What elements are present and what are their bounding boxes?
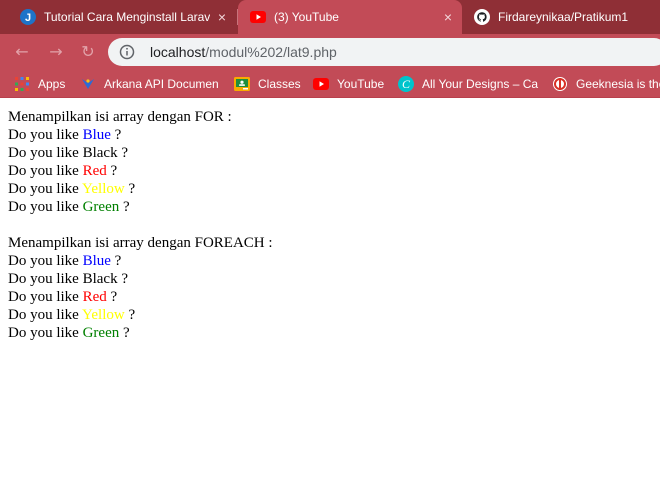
canva-icon: C bbox=[398, 76, 414, 92]
question-suffix: ? bbox=[117, 145, 128, 161]
list-item: Do you like Blue ? bbox=[8, 252, 273, 270]
url-path: /modul%202/lat9.php bbox=[205, 44, 337, 60]
bookmark-label: Apps bbox=[38, 77, 66, 91]
color-name: Black bbox=[82, 145, 118, 161]
list-item: Do you like Green ? bbox=[8, 324, 273, 342]
question-suffix: ? bbox=[124, 181, 136, 197]
arkana-icon bbox=[80, 76, 96, 92]
question-suffix: ? bbox=[117, 271, 128, 287]
classroom-icon bbox=[234, 76, 250, 92]
question-prefix: Do you like bbox=[8, 181, 83, 197]
browser-toolbar: ← → ↻ localhost/modul%202/lat9.php bbox=[0, 34, 660, 70]
color-name: Red bbox=[82, 163, 107, 179]
list-item: Do you like Green ? bbox=[8, 198, 273, 216]
question-suffix: ? bbox=[110, 253, 122, 269]
list-item: Do you like Black ? bbox=[8, 270, 273, 288]
tab-title: (3) YouTube bbox=[274, 10, 339, 24]
color-name: Red bbox=[82, 289, 107, 305]
url-text: localhost/modul%202/lat9.php bbox=[150, 44, 337, 60]
forward-arrow-icon[interactable]: → bbox=[46, 42, 66, 62]
site-info-icon[interactable] bbox=[118, 43, 136, 61]
color-name: Green bbox=[82, 199, 120, 215]
color-name: Blue bbox=[82, 127, 111, 143]
bookmark-label: Geeknesia is the bbox=[576, 77, 660, 91]
question-suffix: ? bbox=[106, 163, 118, 179]
bookmark-apps[interactable]: Apps bbox=[14, 75, 65, 93]
question-prefix: Do you like bbox=[8, 145, 83, 161]
section-heading-foreach: Menampilkan isi array dengan FOREACH : bbox=[8, 235, 273, 251]
bookmark-geeknesia[interactable]: Geeknesia is the bbox=[552, 75, 660, 93]
bookmark-label: Arkana API Documen bbox=[104, 77, 219, 91]
geeknesia-icon bbox=[552, 76, 568, 92]
back-arrow-icon[interactable]: ← bbox=[12, 42, 32, 62]
tab-close-icon[interactable]: × bbox=[218, 9, 226, 25]
j-logo-icon: J bbox=[20, 9, 36, 25]
bookmark-youtube[interactable]: YouTube bbox=[313, 75, 384, 93]
tab-strip: J Tutorial Cara Menginstall Laravel × (3… bbox=[0, 0, 660, 34]
bookmark-canva-designs[interactable]: C All Your Designs – Ca bbox=[398, 75, 538, 93]
bookmark-arkana-api[interactable]: Arkana API Documen bbox=[80, 75, 219, 93]
list-item: Do you like Red ? bbox=[8, 288, 273, 306]
tab-close-icon[interactable]: × bbox=[444, 9, 452, 25]
section-heading-for: Menampilkan isi array dengan FOR : bbox=[8, 109, 232, 125]
bookmark-label: All Your Designs – Ca bbox=[422, 77, 539, 91]
question-suffix: ? bbox=[110, 127, 122, 143]
youtube-icon bbox=[250, 9, 266, 25]
question-prefix: Do you like bbox=[8, 163, 83, 179]
question-prefix: Do you like bbox=[8, 325, 83, 341]
tab-laravel-tutorial[interactable]: J Tutorial Cara Menginstall Laravel × bbox=[8, 0, 236, 34]
question-suffix: ? bbox=[119, 199, 130, 215]
url-host: localhost bbox=[150, 44, 206, 60]
apps-grid-icon bbox=[14, 76, 30, 92]
list-item: Do you like Black ? bbox=[8, 144, 273, 162]
tab-title: Firdareynikaa/Pratikum1 bbox=[498, 10, 629, 24]
bookmark-label: Classes bbox=[258, 77, 301, 91]
tab-github-repo[interactable]: Firdareynikaa/Pratikum1 bbox=[462, 0, 660, 34]
page-content: Menampilkan isi array dengan FOR : Do yo… bbox=[8, 108, 273, 342]
question-prefix: Do you like bbox=[8, 289, 83, 305]
bookmark-classes[interactable]: Classes bbox=[234, 75, 301, 93]
github-icon bbox=[474, 9, 490, 25]
question-suffix: ? bbox=[106, 289, 118, 305]
bookmarks-bar: Apps Arkana API Documen Classes YouTube … bbox=[0, 70, 660, 98]
bookmark-label: YouTube bbox=[337, 77, 385, 91]
question-prefix: Do you like bbox=[8, 307, 83, 323]
line-break bbox=[8, 216, 273, 234]
list-item: Do you like Red ? bbox=[8, 162, 273, 180]
list-item: Do you like Yellow ? bbox=[8, 180, 273, 198]
youtube-icon bbox=[313, 76, 329, 92]
color-name: Green bbox=[82, 325, 120, 341]
question-suffix: ? bbox=[119, 325, 130, 341]
tab-title: Tutorial Cara Menginstall Laravel bbox=[44, 10, 210, 24]
question-prefix: Do you like bbox=[8, 127, 83, 143]
color-name: Yellow bbox=[82, 307, 125, 323]
tab-youtube[interactable]: (3) YouTube × bbox=[238, 0, 462, 34]
color-name: Yellow bbox=[82, 181, 125, 197]
svg-text:C: C bbox=[402, 77, 411, 91]
list-item: Do you like Yellow ? bbox=[8, 306, 273, 324]
address-bar[interactable]: localhost/modul%202/lat9.php bbox=[108, 38, 660, 66]
list-item: Do you like Blue ? bbox=[8, 126, 273, 144]
question-suffix: ? bbox=[124, 307, 136, 323]
reload-icon[interactable]: ↻ bbox=[78, 42, 98, 62]
color-name: Blue bbox=[82, 253, 111, 269]
question-prefix: Do you like bbox=[8, 199, 83, 215]
question-prefix: Do you like bbox=[8, 271, 83, 287]
color-name: Black bbox=[82, 271, 118, 287]
question-prefix: Do you like bbox=[8, 253, 83, 269]
svg-text:J: J bbox=[25, 12, 31, 24]
